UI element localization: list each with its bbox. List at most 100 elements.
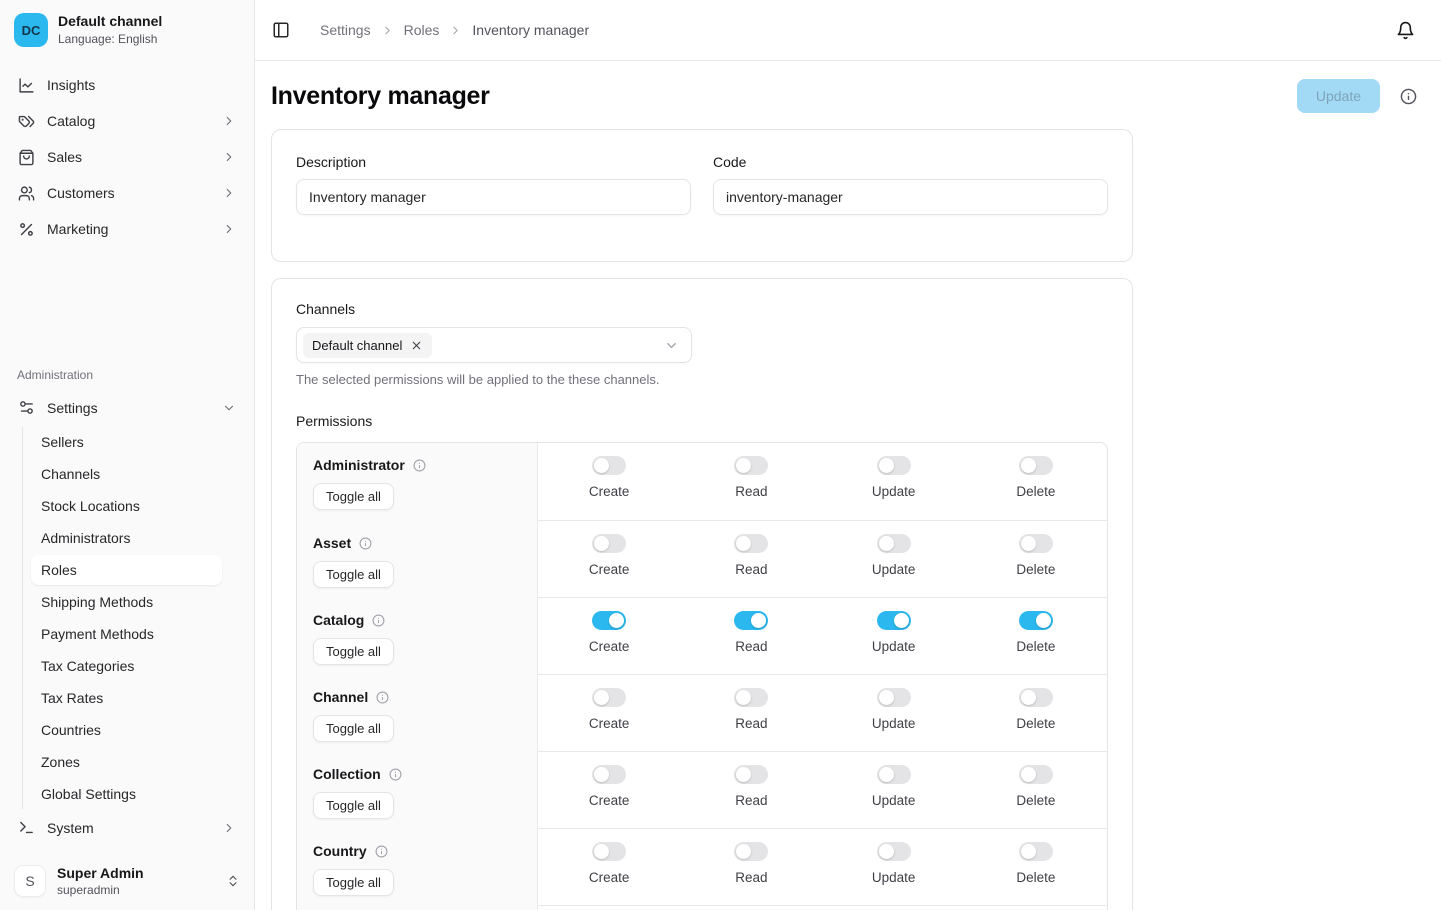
update-button[interactable]: Update — [1297, 79, 1380, 113]
delete-toggle[interactable] — [1019, 842, 1053, 861]
permissions-label: Permissions — [296, 413, 1108, 429]
notifications-bell-icon[interactable] — [1396, 21, 1415, 40]
toggle-all-button[interactable]: Toggle all — [313, 561, 394, 588]
channel-switcher[interactable]: DC Default channel Language: English — [0, 0, 254, 60]
sidebar-item-sellers[interactable]: Sellers — [31, 427, 222, 457]
permissions-table: AdministratorToggle allCreateReadUpdateD… — [296, 442, 1108, 910]
delete-toggle[interactable] — [1019, 534, 1053, 553]
breadcrumb-item-roles[interactable]: Roles — [404, 22, 440, 38]
permission-row-channel: ChannelToggle allCreateReadUpdateDelete — [297, 674, 1107, 751]
permission-cell: Read — [680, 443, 822, 522]
sidebar-item-channels[interactable]: Channels — [31, 459, 222, 489]
toggle-label: Read — [735, 484, 767, 499]
permission-name: Administrator — [313, 455, 405, 475]
toggle-all-button[interactable]: Toggle all — [313, 792, 394, 819]
page-header: Inventory manager Update — [271, 61, 1417, 129]
toggle-label: Update — [872, 716, 916, 731]
read-toggle[interactable] — [734, 842, 768, 861]
page-content: Inventory manager Update Description Cod… — [255, 61, 1441, 910]
permission-cell: Read — [680, 521, 822, 600]
delete-toggle[interactable] — [1019, 765, 1053, 784]
permission-row-header: CollectionToggle all — [297, 752, 538, 831]
read-toggle[interactable] — [734, 534, 768, 553]
sidebar-item-tax-categories[interactable]: Tax Categories — [31, 651, 222, 681]
create-toggle[interactable] — [592, 611, 626, 630]
read-toggle[interactable] — [734, 765, 768, 784]
permission-cell: Update — [823, 675, 965, 754]
update-toggle[interactable] — [877, 765, 911, 784]
permission-row-header: Administrator Toggle all — [297, 443, 538, 522]
sidebar-item-zones[interactable]: Zones — [31, 747, 222, 777]
sidebar-item-tax-rates[interactable]: Tax Rates — [31, 683, 222, 713]
update-toggle[interactable] — [877, 688, 911, 707]
sidebar-item-sales[interactable]: Sales — [12, 140, 242, 174]
delete-toggle[interactable] — [1019, 611, 1053, 630]
sidebar-item-countries[interactable]: Countries — [31, 715, 222, 745]
sidebar-item-payment-methods[interactable]: Payment Methods — [31, 619, 222, 649]
sidebar-item-roles[interactable]: Roles — [31, 555, 222, 585]
toggle-label: Update — [872, 484, 916, 499]
permission-row-header: CatalogToggle all — [297, 598, 538, 677]
create-toggle[interactable] — [592, 688, 626, 707]
terminal-icon — [18, 819, 35, 836]
permissions-card: Channels Default channel The selected pe… — [271, 278, 1133, 910]
read-toggle[interactable] — [734, 688, 768, 707]
sidebar-item-catalog[interactable]: Catalog — [12, 104, 242, 138]
info-icon[interactable] — [359, 537, 372, 550]
toggle-label: Create — [589, 562, 630, 577]
toggle-all-button[interactable]: Toggle all — [313, 638, 394, 665]
toggle-label: Create — [589, 484, 630, 499]
update-toggle[interactable] — [877, 611, 911, 630]
read-toggle[interactable] — [734, 611, 768, 630]
permission-row-collection: CollectionToggle allCreateReadUpdateDele… — [297, 751, 1107, 828]
sidebar-item-customers[interactable]: Customers — [12, 176, 242, 210]
role-details-card: Description Code — [271, 129, 1133, 262]
breadcrumb-item-settings[interactable]: Settings — [320, 22, 371, 38]
channels-select[interactable]: Default channel — [296, 327, 692, 363]
read-toggle[interactable] — [734, 456, 768, 475]
permission-cell: Read — [680, 675, 822, 754]
permission-row-header: AssetToggle all — [297, 521, 538, 600]
remove-channel-icon[interactable] — [410, 339, 423, 352]
create-toggle[interactable] — [592, 456, 626, 475]
info-icon[interactable] — [413, 459, 426, 472]
permission-name: Channel — [313, 687, 368, 707]
info-icon[interactable] — [376, 691, 389, 704]
shopping-bag-icon — [18, 149, 35, 166]
toggle-all-button[interactable]: Toggle all — [313, 483, 394, 510]
sidebar-item-marketing[interactable]: Marketing — [12, 212, 242, 246]
info-icon[interactable] — [1400, 88, 1417, 105]
update-toggle[interactable] — [877, 534, 911, 553]
create-toggle[interactable] — [592, 534, 626, 553]
toggle-label: Update — [872, 793, 916, 808]
info-icon[interactable] — [372, 614, 385, 627]
permission-cell: Update — [823, 443, 965, 522]
update-toggle[interactable] — [877, 456, 911, 475]
toggle-all-button[interactable]: Toggle all — [313, 869, 394, 896]
sidebar-item-stock-locations[interactable]: Stock Locations — [31, 491, 222, 521]
code-input[interactable] — [713, 179, 1108, 215]
create-toggle[interactable] — [592, 765, 626, 784]
update-toggle[interactable] — [877, 842, 911, 861]
delete-toggle[interactable] — [1019, 688, 1053, 707]
chevron-right-icon — [381, 24, 394, 37]
sidebar-item-settings[interactable]: Settings — [12, 391, 242, 425]
sidebar-toggle-button[interactable] — [272, 21, 290, 39]
delete-toggle[interactable] — [1019, 456, 1053, 475]
info-icon[interactable] — [375, 845, 388, 858]
create-toggle[interactable] — [592, 842, 626, 861]
sidebar-item-system[interactable]: System — [12, 811, 242, 845]
permission-row-catalog: CatalogToggle allCreateReadUpdateDelete — [297, 597, 1107, 674]
sidebar-item-administrators[interactable]: Administrators — [31, 523, 222, 553]
permission-cell: Read — [680, 598, 822, 677]
sidebar-item-shipping-methods[interactable]: Shipping Methods — [31, 587, 222, 617]
sidebar-item-insights[interactable]: Insights — [12, 68, 242, 102]
toggle-all-button[interactable]: Toggle all — [313, 715, 394, 742]
description-input[interactable] — [296, 179, 691, 215]
page-title: Inventory manager — [271, 80, 490, 112]
sidebar-item-global-settings[interactable]: Global Settings — [31, 779, 222, 809]
permission-row-asset: AssetToggle allCreateReadUpdateDelete — [297, 520, 1107, 597]
toggle-label: Update — [872, 562, 916, 577]
info-icon[interactable] — [389, 768, 402, 781]
user-menu[interactable]: S Super Admin superadmin — [0, 853, 254, 910]
